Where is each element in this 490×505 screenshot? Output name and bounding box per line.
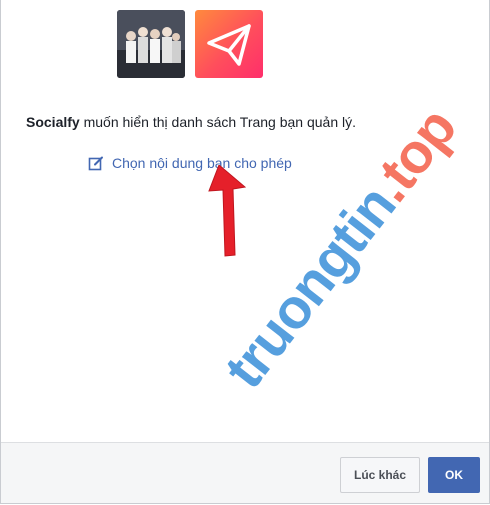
choose-permissions-link[interactable]: Chọn nội dung bạn cho phép [88, 155, 292, 171]
dialog-footer: Lúc khác OK [1, 442, 489, 503]
red-arrow-annotation [208, 165, 247, 257]
later-button[interactable]: Lúc khác [340, 457, 420, 493]
ok-button[interactable]: OK [428, 457, 480, 493]
user-profile-avatar [117, 10, 185, 78]
permission-message: Socialfy muốn hiển thị danh sách Trang b… [26, 114, 356, 130]
app-logo [195, 10, 263, 78]
permission-message-text: muốn hiển thị danh sách Trang bạn quản l… [79, 114, 357, 130]
edit-icon [88, 155, 104, 171]
app-name: Socialfy [26, 114, 80, 130]
permission-dialog: Socialfy muốn hiển thị danh sách Trang b… [0, 0, 490, 504]
paper-plane-icon [207, 24, 251, 66]
